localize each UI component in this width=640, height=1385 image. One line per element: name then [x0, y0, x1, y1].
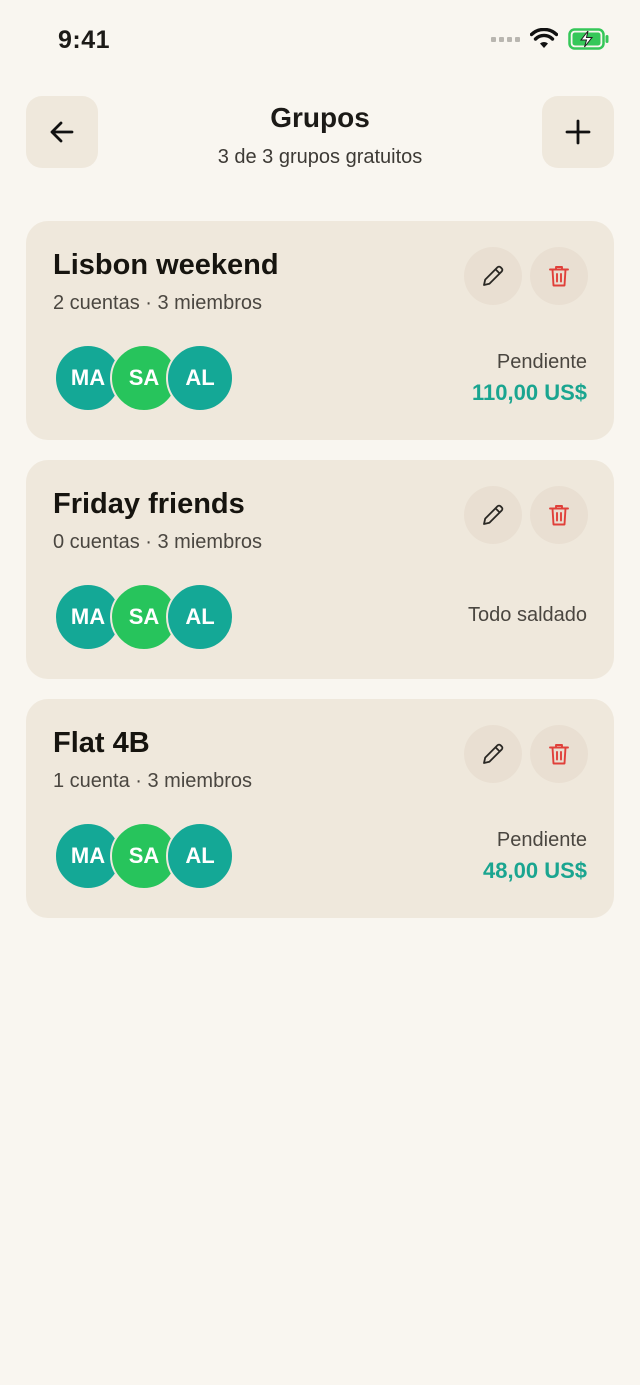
member-avatars: MA SA AL	[54, 344, 254, 412]
group-name: Lisbon weekend	[53, 249, 279, 281]
battery-charging-icon	[568, 28, 609, 50]
member-avatars: MA SA AL	[54, 822, 254, 890]
balance-amount: 110,00 US$	[472, 380, 587, 405]
edit-group-button[interactable]	[464, 486, 522, 544]
trash-icon	[549, 266, 569, 287]
wifi-icon	[530, 28, 558, 48]
status-icons	[491, 28, 610, 50]
plus-icon	[565, 119, 591, 145]
balance-amount: 48,00 US$	[483, 858, 587, 883]
status-bar: 9:41	[0, 0, 640, 80]
group-actions	[464, 725, 588, 783]
pencil-icon	[483, 743, 504, 764]
trash-icon	[549, 505, 569, 526]
group-name: Friday friends	[53, 488, 245, 520]
group-meta: 2 cuentas · 3 miembros	[53, 292, 262, 314]
status-time: 9:41	[58, 26, 111, 54]
member-avatars: MA SA AL	[54, 583, 254, 651]
group-balance: Todo saldado	[468, 604, 587, 627]
edit-group-button[interactable]	[464, 725, 522, 783]
pencil-icon	[483, 504, 504, 525]
balance-label: Pendiente	[496, 351, 587, 373]
trash-icon	[549, 744, 569, 765]
group-meta: 0 cuentas · 3 miembros	[53, 531, 262, 553]
delete-group-button[interactable]	[530, 486, 588, 544]
avatar: AL	[166, 822, 234, 890]
group-actions	[464, 486, 588, 544]
delete-group-button[interactable]	[530, 247, 588, 305]
group-name: Flat 4B	[53, 727, 150, 759]
pencil-icon	[483, 265, 504, 286]
edit-group-button[interactable]	[464, 247, 522, 305]
group-card-lisbon-weekend[interactable]: Lisbon weekend 2 cuentas · 3 miembros MA…	[26, 221, 614, 440]
header: Grupos 3 de 3 grupos gratuitos	[0, 96, 640, 170]
group-actions	[464, 247, 588, 305]
avatar: AL	[166, 583, 234, 651]
balance-label: Pendiente	[496, 829, 587, 851]
group-card-flat-4b[interactable]: Flat 4B 1 cuenta · 3 miembros MA SA AL P…	[26, 699, 614, 918]
group-meta: 1 cuenta · 3 miembros	[53, 770, 252, 792]
avatar: AL	[166, 344, 234, 412]
balance-label: Todo saldado	[468, 604, 587, 626]
add-group-button[interactable]	[542, 96, 614, 168]
cellular-signal-icon	[491, 36, 520, 42]
group-balance: Pendiente 48,00 US$	[483, 829, 587, 884]
group-balance: Pendiente 110,00 US$	[472, 351, 587, 406]
group-list: Lisbon weekend 2 cuentas · 3 miembros MA…	[26, 221, 614, 938]
group-card-friday-friends[interactable]: Friday friends 0 cuentas · 3 miembros MA…	[26, 460, 614, 679]
delete-group-button[interactable]	[530, 725, 588, 783]
